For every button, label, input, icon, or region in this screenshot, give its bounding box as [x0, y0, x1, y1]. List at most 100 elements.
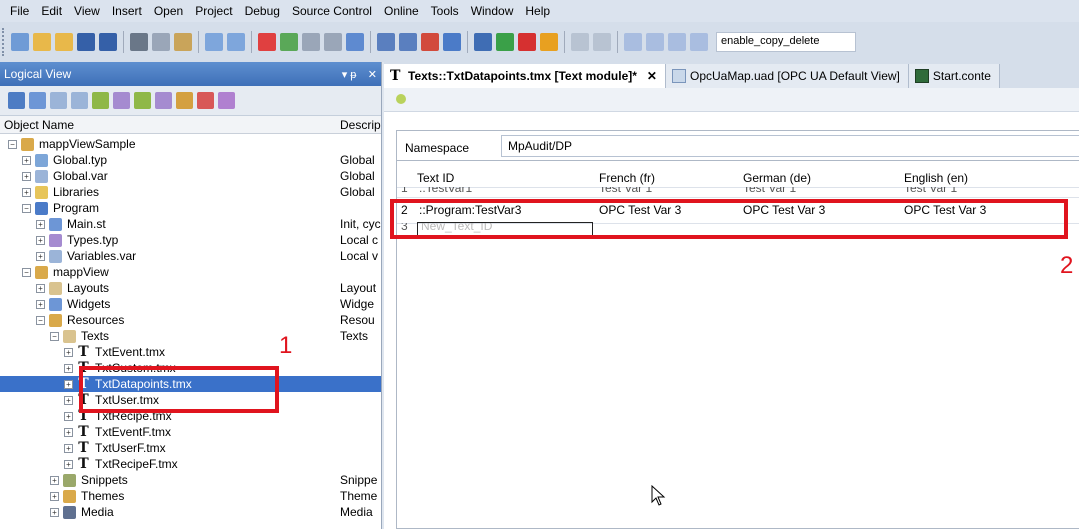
dock-icon[interactable]	[646, 33, 664, 51]
type-icon[interactable]	[134, 92, 151, 109]
tree-item-types-typ[interactable]: + Types.typ Local c	[0, 232, 381, 248]
cut-icon[interactable]	[130, 33, 148, 51]
tree-item-libraries[interactable]: + Libraries Global	[0, 184, 381, 200]
edit-icon[interactable]	[155, 92, 172, 109]
extra-icon[interactable]	[218, 92, 235, 109]
expand-icon[interactable]: +	[50, 491, 59, 501]
french-cell[interactable]: Test Var 1	[599, 187, 652, 195]
expand-icon[interactable]: +	[36, 219, 45, 229]
expand-icon[interactable]: +	[64, 379, 73, 389]
tree-item-mappviewsample[interactable]: − mappViewSample	[0, 136, 381, 152]
tab-opcuamap[interactable]: OpcUaMap.uad [OPC UA Default View]	[665, 64, 909, 88]
add-language-icon[interactable]	[396, 94, 406, 104]
tree-item-themes[interactable]: + Themes Theme	[0, 488, 381, 504]
variable-icon[interactable]	[113, 92, 130, 109]
close-icon[interactable]: ✕	[368, 69, 377, 81]
tree-item-snippets[interactable]: + Snippets Snippe	[0, 472, 381, 488]
tree-item-global-var[interactable]: + Global.var Global	[0, 168, 381, 184]
expand-icon[interactable]: +	[50, 507, 59, 517]
details-icon[interactable]	[71, 92, 88, 109]
save-icon[interactable]	[77, 33, 95, 51]
menu-item-window[interactable]: Window	[465, 4, 520, 18]
tab-txtdatapoints[interactable]: T Texts::TxtDatapoints.tmx [Text module]…	[384, 64, 666, 88]
power-icon[interactable]	[518, 33, 536, 51]
menu-item-online[interactable]: Online	[378, 4, 425, 18]
tree-item-txteventf-tmx[interactable]: + T TxtEventF.tmx	[0, 424, 381, 440]
tab-start[interactable]: Start.conte	[908, 64, 1000, 88]
menu-item-file[interactable]: File	[4, 4, 35, 18]
collapse-icon[interactable]: −	[50, 331, 59, 341]
menu-item-view[interactable]: View	[68, 4, 106, 18]
expand-icon[interactable]: +	[50, 475, 59, 485]
build-icon[interactable]	[346, 33, 364, 51]
undo-icon[interactable]	[205, 33, 223, 51]
collapse-icon[interactable]: −	[36, 315, 45, 325]
close-icon[interactable]: ✕	[647, 69, 657, 83]
redo-icon[interactable]	[227, 33, 245, 51]
column-object-name[interactable]: Object Name	[4, 118, 74, 132]
tree-item-widgets[interactable]: + Widgets Widge	[0, 296, 381, 312]
tree-item-global-typ[interactable]: + Global.typ Global	[0, 152, 381, 168]
open-project-icon[interactable]	[55, 33, 73, 51]
expand-icon[interactable]: +	[64, 347, 73, 357]
refresh-icon[interactable]	[280, 33, 298, 51]
menu-item-open[interactable]: Open	[148, 4, 189, 18]
expand-icon[interactable]: +	[64, 459, 73, 469]
new-project-icon[interactable]	[11, 33, 29, 51]
message-icon[interactable]	[668, 33, 686, 51]
delete-icon[interactable]	[258, 33, 276, 51]
tools-icon[interactable]	[593, 33, 611, 51]
properties-icon[interactable]	[302, 33, 320, 51]
expand-icon[interactable]: +	[64, 411, 73, 421]
menu-item-edit[interactable]: Edit	[35, 4, 68, 18]
collapse-icon[interactable]: −	[22, 267, 31, 277]
german-cell[interactable]: Test Var 1	[743, 187, 796, 195]
tree-item-txtevent-tmx[interactable]: + T TxtEvent.tmx	[0, 344, 381, 360]
package-icon[interactable]	[92, 92, 109, 109]
toolbar-grip[interactable]	[2, 28, 6, 56]
collapse-icon[interactable]: −	[8, 139, 17, 149]
expand-icon[interactable]: +	[64, 363, 73, 373]
settings-icon[interactable]	[571, 33, 589, 51]
copy-icon[interactable]	[152, 33, 170, 51]
expand-icon[interactable]: +	[36, 283, 45, 293]
menu-item-insert[interactable]: Insert	[106, 4, 148, 18]
expand-icon[interactable]: +	[22, 171, 31, 181]
tree-item-txtrecipef-tmx[interactable]: + T TxtRecipeF.tmx	[0, 456, 381, 472]
view-icon[interactable]	[8, 92, 25, 109]
tree-item-main-st[interactable]: + Main.st Init, cyc	[0, 216, 381, 232]
expand-icon[interactable]: +	[22, 155, 31, 165]
tree-item-program[interactable]: − Program	[0, 200, 381, 216]
library-icon[interactable]	[176, 92, 193, 109]
transfer-icon[interactable]	[443, 33, 461, 51]
menu-item-debug[interactable]: Debug	[239, 4, 286, 18]
english-cell[interactable]: Test Var 1	[904, 187, 957, 195]
expand-icon[interactable]: +	[64, 443, 73, 453]
menu-item-help[interactable]: Help	[519, 4, 556, 18]
compare-icon[interactable]	[324, 33, 342, 51]
text-id-cell[interactable]: ::TestVar1	[419, 187, 472, 195]
filter-icon[interactable]	[29, 92, 46, 109]
expand-icon[interactable]: +	[36, 235, 45, 245]
online-icon[interactable]	[496, 33, 514, 51]
open-folder-icon[interactable]	[33, 33, 51, 51]
search-icon[interactable]	[690, 33, 708, 51]
menu-item-source-control[interactable]: Source Control	[286, 4, 378, 18]
menu-item-project[interactable]: Project	[189, 4, 238, 18]
stop-icon[interactable]	[421, 33, 439, 51]
tree-item-txtuserf-tmx[interactable]: + T TxtUserF.tmx	[0, 440, 381, 456]
menu-item-tools[interactable]: Tools	[425, 4, 465, 18]
expand-icon[interactable]: +	[36, 251, 45, 261]
pin-icon[interactable]: ▾ ᵽ	[342, 69, 357, 81]
column-description[interactable]: Descrip	[340, 118, 381, 132]
namespace-field[interactable]: MpAudit/DP	[501, 135, 1079, 157]
warning-icon[interactable]	[540, 33, 558, 51]
paste-icon[interactable]	[174, 33, 192, 51]
expand-icon[interactable]: +	[36, 299, 45, 309]
tree-item-resources[interactable]: − Resources Resou	[0, 312, 381, 328]
grid-icon[interactable]	[399, 33, 417, 51]
collapse-icon[interactable]: −	[22, 203, 31, 213]
window-icon[interactable]	[624, 33, 642, 51]
tree-item-texts[interactable]: − Texts Texts	[0, 328, 381, 344]
layout-icon[interactable]	[377, 33, 395, 51]
